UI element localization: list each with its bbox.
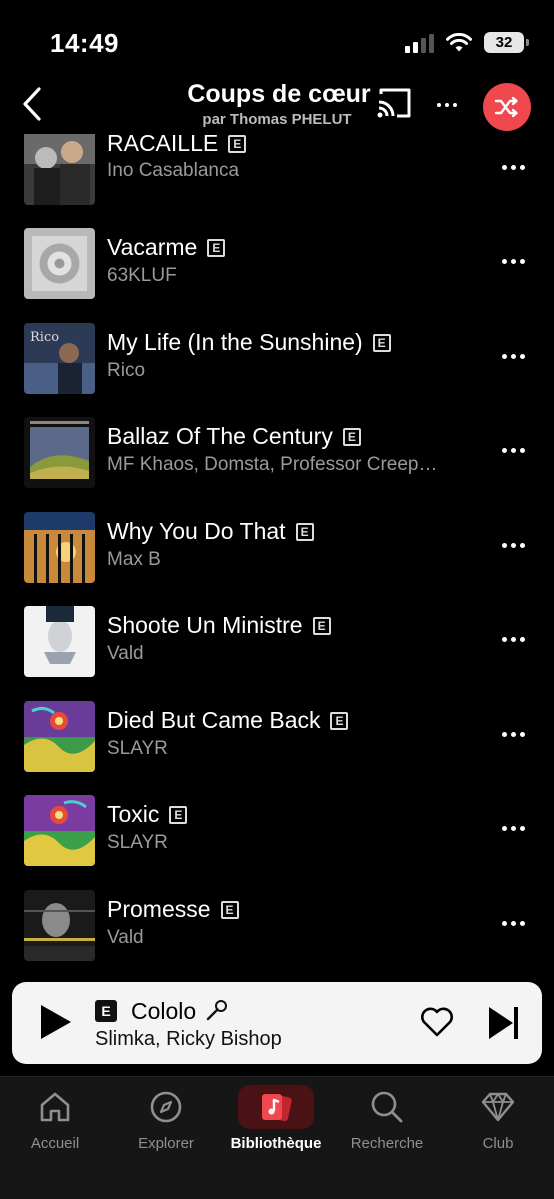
diamond-icon (481, 1092, 515, 1122)
track-row[interactable]: Shoote Un Ministre E Vald (0, 606, 554, 700)
track-artist: Vald (107, 927, 144, 948)
page-title: Coups de cœur (187, 80, 371, 108)
tab-explorer[interactable]: Explorer (111, 1085, 221, 1165)
next-track-button[interactable] (486, 1004, 522, 1042)
page-subtitle: par Thomas PHELUT (202, 111, 352, 128)
track-more-button[interactable] (493, 246, 533, 276)
play-icon (41, 1005, 71, 1039)
tab-label: Bibliothèque (230, 1135, 322, 1152)
tab-club[interactable]: Club (443, 1085, 553, 1165)
explicit-badge: E (228, 134, 247, 153)
track-artist: Rico (107, 360, 146, 381)
title-block: Coups de cœur par Thomas PHELUT (0, 80, 554, 128)
track-more-button[interactable] (493, 152, 533, 182)
battery-icon: 32 (484, 32, 529, 53)
explicit-badge: E (220, 900, 239, 919)
track-title: Shoote Un Ministre (107, 612, 303, 638)
track-row[interactable]: Toxic E SLAYR (0, 795, 554, 889)
track-more-button[interactable] (493, 624, 533, 654)
track-row[interactable]: Promesse E Vald (0, 890, 554, 976)
tab-bar: Accueil Explorer Bibliothèque Recherche … (0, 1076, 554, 1199)
track-title: Ballaz Of The Century (107, 423, 333, 449)
track-title: Promesse (107, 896, 211, 922)
album-cover (24, 890, 95, 961)
like-button[interactable] (419, 1006, 457, 1040)
status-time: 14:49 (50, 28, 119, 58)
explicit-badge: E (372, 333, 391, 352)
track-more-button[interactable] (493, 813, 533, 843)
shuffle-button[interactable] (483, 83, 531, 131)
svg-text:Rico: Rico (30, 330, 59, 345)
track-title: RACAILLE (107, 134, 219, 156)
track-more-button[interactable] (493, 435, 533, 465)
tab-label: Recherche (350, 1135, 424, 1152)
skip-next-icon (489, 1007, 518, 1039)
microphone-icon (206, 1000, 227, 1021)
heart-icon (421, 1007, 453, 1037)
tab-bibliotheque[interactable]: Bibliothèque (221, 1085, 331, 1165)
lyrics-button[interactable] (205, 998, 229, 1022)
play-button[interactable] (38, 1002, 78, 1044)
cast-icon (377, 88, 411, 118)
track-list: RACAILLE E Ino Casablanca Vacarme E 63KL… (0, 134, 554, 976)
track-artist: Max B (107, 549, 161, 570)
explicit-badge: E (342, 427, 361, 446)
track-more-button[interactable] (493, 719, 533, 749)
track-artist: SLAYR (107, 738, 168, 759)
explicit-badge: E (295, 522, 314, 541)
cellular-signal-icon (405, 33, 434, 53)
album-cover (24, 134, 95, 205)
tab-label: Club (482, 1135, 514, 1152)
mini-player[interactable]: E Cololo Slimka, Ricky Bishop (12, 982, 542, 1064)
tab-label: Explorer (138, 1135, 194, 1152)
tab-label: Accueil (30, 1135, 80, 1152)
track-artist: Vald (107, 643, 144, 664)
compass-icon (150, 1091, 182, 1123)
track-artist: MF Khaos, Domsta, Professor Creep… (107, 454, 438, 475)
shuffle-icon (494, 96, 518, 118)
album-cover (24, 228, 95, 299)
album-cover (24, 795, 95, 866)
more-options-button[interactable] (430, 88, 464, 122)
track-title: Toxic (107, 801, 160, 827)
track-title: My Life (In the Sunshine) (107, 329, 363, 355)
playlist-header: Coups de cœur par Thomas PHELUT (0, 80, 554, 140)
wifi-icon (446, 32, 472, 51)
track-title: Died But Came Back (107, 707, 321, 733)
track-row[interactable]: Rico My Life (In the Sunshine) E Rico (0, 323, 554, 417)
track-row[interactable]: RACAILLE E Ino Casablanca (0, 134, 554, 228)
home-icon (40, 1092, 70, 1122)
library-icon (262, 1094, 292, 1122)
track-row[interactable]: Why You Do That E Max B (0, 512, 554, 606)
track-artist: SLAYR (107, 832, 168, 853)
track-artist: Ino Casablanca (107, 160, 240, 181)
track-more-button[interactable] (493, 908, 533, 938)
explicit-badge: E (169, 805, 188, 824)
track-title: Why You Do That (107, 518, 286, 544)
explicit-badge: E (207, 238, 226, 257)
status-icons: 32 (405, 32, 529, 53)
track-more-button[interactable] (493, 530, 533, 560)
track-row[interactable]: Ballaz Of The Century E MF Khaos, Domsta… (0, 417, 554, 511)
track-title: Vacarme (107, 234, 198, 260)
album-cover (24, 417, 95, 488)
tab-recherche[interactable]: Recherche (332, 1085, 442, 1165)
cast-button[interactable] (375, 86, 415, 122)
track-row[interactable]: Vacarme E 63KLUF (0, 228, 554, 322)
track-artist: 63KLUF (107, 265, 177, 286)
album-cover (24, 701, 95, 772)
search-icon (371, 1091, 403, 1123)
explicit-badge: E (95, 1000, 117, 1022)
status-bar: 14:49 32 (0, 0, 554, 80)
track-more-button[interactable] (493, 341, 533, 371)
track-row[interactable]: Died But Came Back E SLAYR (0, 701, 554, 795)
album-cover (24, 512, 95, 583)
album-cover (24, 606, 95, 677)
tab-accueil[interactable]: Accueil (0, 1085, 110, 1165)
now-playing-artist: Slimka, Ricky Bishop (95, 1028, 282, 1050)
explicit-badge: E (312, 616, 331, 635)
now-playing-title: Cololo (131, 998, 197, 1024)
album-cover: Rico (24, 323, 95, 394)
explicit-badge: E (330, 711, 349, 730)
